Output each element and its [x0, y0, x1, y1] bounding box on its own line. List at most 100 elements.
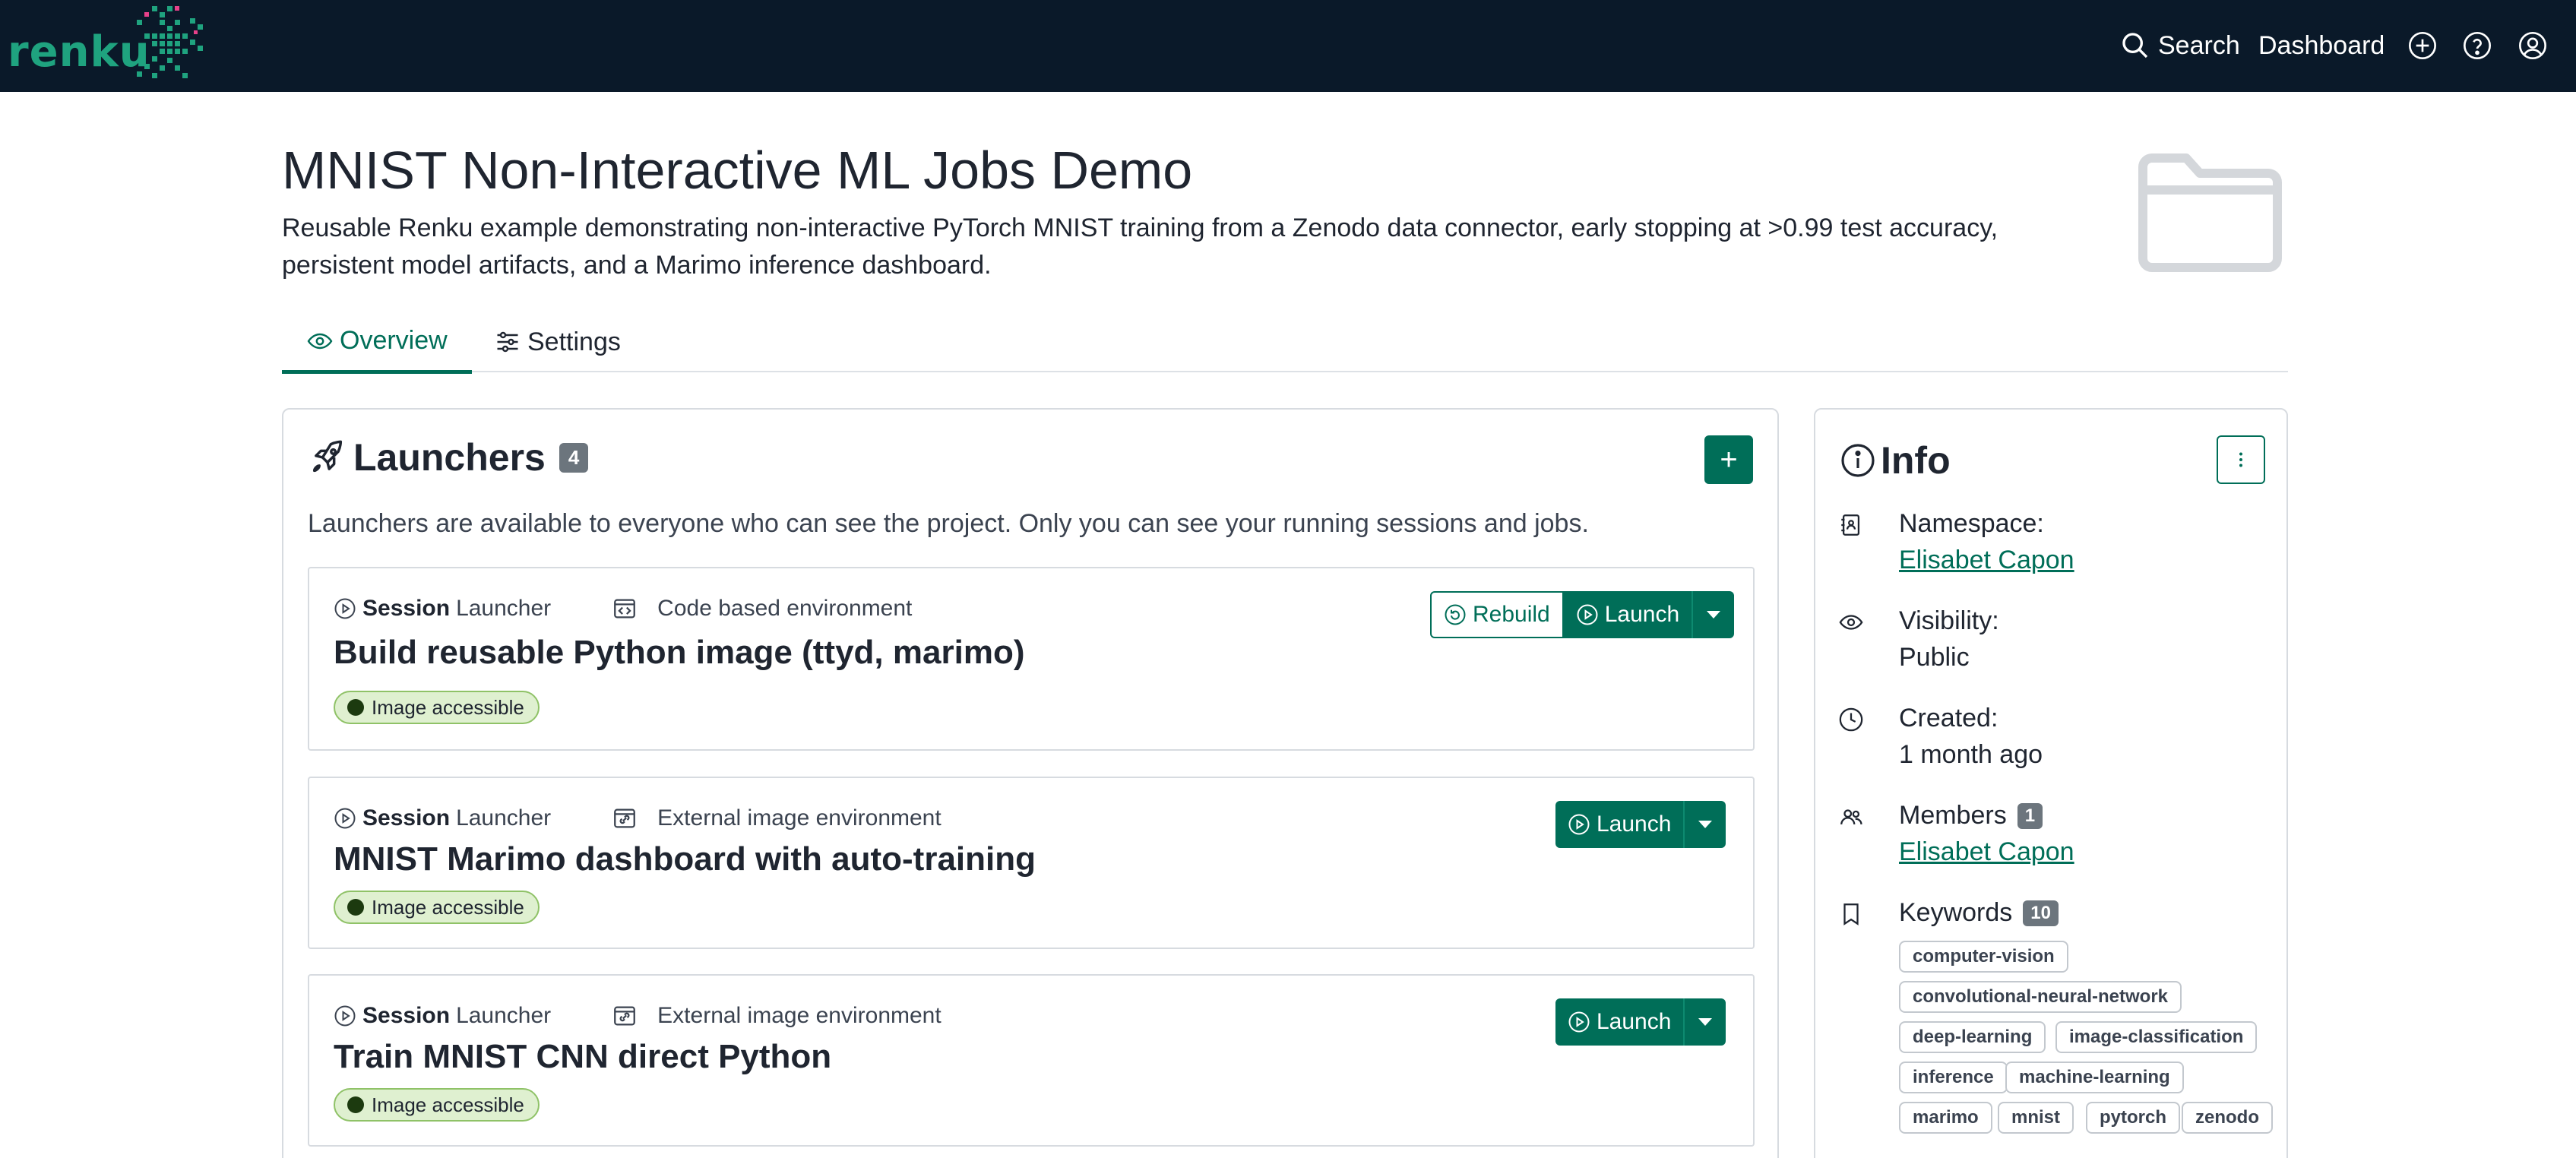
launcher-environment: External image environment	[657, 1003, 941, 1028]
image-status-label: Image accessible	[372, 1093, 524, 1116]
add-launcher-button[interactable]: +	[1704, 435, 1753, 484]
link-box-icon	[614, 1006, 636, 1026]
search-icon	[2122, 33, 2148, 59]
keywords-count-badge: 10	[2023, 900, 2059, 926]
launcher-name[interactable]: Build reusable Python image (ttyd, marim…	[334, 634, 1024, 672]
help-circle-icon	[2464, 32, 2491, 59]
launch-button[interactable]: Launch	[1563, 591, 1692, 638]
launch-button[interactable]: Launch	[1555, 801, 1684, 848]
launcher-name[interactable]: Train MNIST CNN direct Python	[334, 1038, 831, 1076]
rocket-icon	[312, 440, 343, 473]
link-box-icon	[614, 808, 636, 828]
play-circle-icon	[1577, 604, 1598, 625]
launcher-kind: Session	[362, 1003, 451, 1028]
image-status-badge: Image accessible	[334, 1088, 540, 1122]
nav-search[interactable]: Search	[2120, 23, 2240, 68]
launch-options-dropdown[interactable]	[1683, 801, 1726, 848]
project-description: Reusable Renku example demonstrating non…	[282, 214, 1998, 280]
info-header: Info	[1840, 438, 1951, 482]
rebuild-icon	[1445, 604, 1466, 625]
created-label: Created:	[1899, 704, 1998, 732]
caret-down-icon	[1698, 821, 1713, 828]
top-navbar: renku Search Dashboard	[0, 0, 2576, 92]
keywords-label: Keywords	[1899, 898, 2013, 927]
create-new-button[interactable]	[2407, 23, 2438, 68]
caret-down-icon	[1698, 1018, 1713, 1026]
sliders-icon	[497, 331, 518, 353]
info-options-button[interactable]	[2217, 435, 2265, 484]
launcher-meta: Session Launcher Code based environment	[334, 596, 912, 622]
launchers-card: Launchers 4 + Launchers are available to…	[282, 408, 1779, 1158]
visibility-value: Public	[1899, 643, 1970, 672]
launcher-kind-suffix: Launcher	[456, 1003, 552, 1028]
tab-overview[interactable]: Overview	[282, 312, 472, 374]
launcher-environment: Code based environment	[657, 596, 913, 621]
launch-label: Launch	[1597, 812, 1672, 837]
help-button[interactable]	[2462, 23, 2492, 68]
keyword-chip: convolutional-neural-network	[1899, 981, 2182, 1013]
play-circle-icon	[334, 808, 356, 829]
info-card: Info Namespace: Elisabet Capon Visibilit…	[1814, 408, 2288, 1158]
nav-dashboard-link[interactable]: Dashboard	[2258, 23, 2385, 68]
caret-down-icon	[1707, 611, 1721, 619]
play-circle-icon	[334, 1005, 356, 1027]
project-tabs: Overview Settings	[282, 312, 2288, 374]
launcher-actions: Rebuild Launch	[1430, 591, 1735, 638]
keyword-chip: pytorch	[2086, 1102, 2181, 1134]
rebuild-button[interactable]: Rebuild	[1430, 591, 1564, 638]
launcher-kind: Session	[362, 596, 451, 621]
eye-icon	[1839, 615, 1863, 630]
info-circle-icon	[1841, 444, 1875, 477]
namespace-book-icon	[1841, 514, 1860, 536]
launch-label: Launch	[1604, 602, 1680, 627]
play-circle-icon	[1568, 1011, 1590, 1033]
folder-icon	[2138, 153, 2282, 272]
renku-logo[interactable]: renku	[8, 3, 205, 87]
launch-label: Launch	[1597, 1009, 1672, 1034]
status-dot-icon	[347, 699, 364, 716]
status-dot-icon	[347, 1096, 364, 1113]
keyword-chip: computer-vision	[1899, 941, 2068, 973]
namespace-label: Namespace:	[1899, 509, 2044, 538]
tab-overview-label: Overview	[340, 326, 448, 355]
launcher-name[interactable]: MNIST Marimo dashboard with auto-trainin…	[334, 840, 1036, 878]
member-link[interactable]: Elisabet Capon	[1899, 837, 2074, 867]
launcher-card[interactable]: Session Launcher External image environm…	[308, 974, 1755, 1147]
launchers-title: Launchers	[353, 436, 546, 479]
created-value: 1 month ago	[1899, 740, 2043, 769]
launcher-card[interactable]: Session Launcher External image environm…	[308, 777, 1755, 949]
page-title: MNIST Non-Interactive ML Jobs Demo	[282, 141, 1193, 200]
keyword-chip: machine-learning	[2005, 1062, 2184, 1093]
launch-button[interactable]: Launch	[1555, 998, 1684, 1046]
keyword-chip: image-classification	[2055, 1021, 2258, 1053]
keywords-label-row: Keywords 10	[1899, 898, 2059, 928]
info-title: Info	[1881, 439, 1951, 482]
status-dot-icon	[347, 899, 364, 916]
clock-icon	[1839, 707, 1863, 732]
launcher-meta: Session Launcher External image environm…	[334, 805, 941, 831]
keyword-chip: zenodo	[2182, 1102, 2273, 1134]
user-avatar-icon	[2519, 32, 2546, 59]
keyword-chip: deep-learning	[1899, 1021, 2046, 1053]
rebuild-label: Rebuild	[1473, 602, 1550, 627]
launch-options-dropdown[interactable]	[1691, 591, 1735, 638]
code-box-icon	[614, 599, 636, 619]
people-icon	[1840, 809, 1862, 825]
launchers-note: Launchers are available to everyone who …	[308, 509, 1589, 538]
image-status-label: Image accessible	[372, 895, 524, 919]
kebab-menu-icon	[2239, 452, 2242, 467]
launcher-card[interactable]: Session Launcher Code based environment …	[308, 567, 1755, 751]
user-menu-button[interactable]	[2517, 23, 2548, 68]
keyword-chip: marimo	[1899, 1102, 1992, 1134]
namespace-link[interactable]: Elisabet Capon	[1899, 546, 2074, 575]
nav-search-label: Search	[2158, 30, 2240, 60]
visibility-label: Visibility:	[1899, 606, 1999, 635]
tab-settings[interactable]: Settings	[470, 312, 645, 372]
launcher-kind-suffix: Launcher	[456, 805, 552, 831]
nav-dashboard-label: Dashboard	[2258, 30, 2385, 60]
image-status-label: Image accessible	[372, 695, 524, 719]
launch-options-dropdown[interactable]	[1683, 998, 1726, 1046]
launcher-kind: Session	[362, 805, 451, 831]
tab-settings-label: Settings	[527, 327, 621, 356]
keyword-chip: mnist	[1998, 1102, 2074, 1134]
